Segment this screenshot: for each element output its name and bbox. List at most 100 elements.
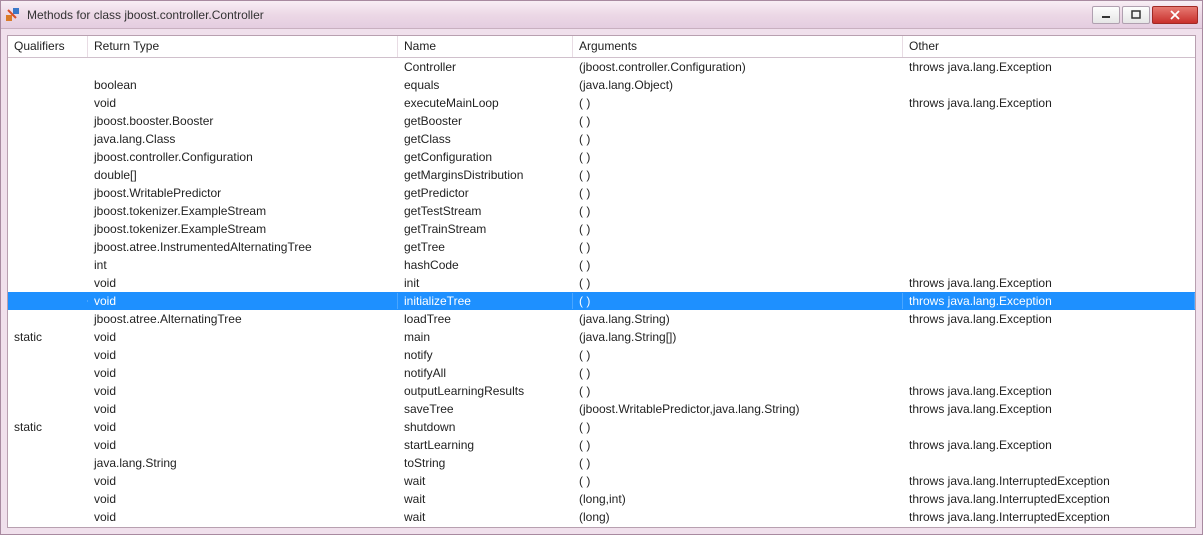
table-row[interactable]: voidstartLearning( )throws java.lang.Exc… <box>8 436 1195 454</box>
table-row[interactable]: staticvoidshutdown( ) <box>8 418 1195 436</box>
cell-other: throws java.lang.Exception <box>903 275 1195 291</box>
cell-arguments: ( ) <box>573 419 903 435</box>
cell-arguments: ( ) <box>573 473 903 489</box>
minimize-button[interactable] <box>1092 6 1120 24</box>
table-row[interactable]: jboost.atree.AlternatingTreeloadTree(jav… <box>8 310 1195 328</box>
cell-qualifiers <box>8 210 88 212</box>
table-header: Qualifiers Return Type Name Arguments Ot… <box>8 36 1195 58</box>
cell-name: getPredictor <box>398 185 573 201</box>
cell-name: main <box>398 329 573 345</box>
table-row[interactable]: double[]getMarginsDistribution( ) <box>8 166 1195 184</box>
window-frame: Methods for class jboost.controller.Cont… <box>0 0 1203 535</box>
cell-arguments: ( ) <box>573 455 903 471</box>
cell-arguments: ( ) <box>573 347 903 363</box>
cell-name: wait <box>398 491 573 507</box>
table-row[interactable]: voidwait( )throws java.lang.InterruptedE… <box>8 472 1195 490</box>
cell-arguments: ( ) <box>573 203 903 219</box>
table-row[interactable]: voidwait(long,int)throws java.lang.Inter… <box>8 490 1195 508</box>
cell-return-type: void <box>88 293 398 309</box>
cell-name: getTrainStream <box>398 221 573 237</box>
cell-return-type: jboost.atree.InstrumentedAlternatingTree <box>88 239 398 255</box>
cell-arguments: ( ) <box>573 365 903 381</box>
table-row[interactable]: jboost.atree.InstrumentedAlternatingTree… <box>8 238 1195 256</box>
table-row[interactable]: Controller(jboost.controller.Configurati… <box>8 58 1195 76</box>
table-row[interactable]: jboost.controller.ConfigurationgetConfig… <box>8 148 1195 166</box>
cell-other <box>903 264 1195 266</box>
table-row[interactable]: inthashCode( ) <box>8 256 1195 274</box>
table-row[interactable]: voidinit( )throws java.lang.Exception <box>8 274 1195 292</box>
window-title: Methods for class jboost.controller.Cont… <box>25 8 1092 22</box>
cell-name: shutdown <box>398 419 573 435</box>
cell-name: toString <box>398 455 573 471</box>
cell-name: outputLearningResults <box>398 383 573 399</box>
cell-name: equals <box>398 77 573 93</box>
table-row[interactable]: voidoutputLearningResults( )throws java.… <box>8 382 1195 400</box>
cell-arguments: ( ) <box>573 257 903 273</box>
header-name[interactable]: Name <box>398 36 573 57</box>
cell-other <box>903 372 1195 374</box>
cell-qualifiers <box>8 66 88 68</box>
cell-other: throws java.lang.Exception <box>903 383 1195 399</box>
table-body: Controller(jboost.controller.Configurati… <box>8 58 1195 527</box>
cell-name: getTree <box>398 239 573 255</box>
cell-name: wait <box>398 509 573 525</box>
table-row[interactable]: jboost.tokenizer.ExampleStreamgetTrainSt… <box>8 220 1195 238</box>
table-row[interactable]: jboost.booster.BoostergetBooster( ) <box>8 112 1195 130</box>
app-icon <box>5 7 21 23</box>
cell-qualifiers <box>8 516 88 518</box>
cell-arguments: ( ) <box>573 113 903 129</box>
table-row[interactable]: voidnotify( ) <box>8 346 1195 364</box>
cell-other <box>903 192 1195 194</box>
table-row[interactable]: staticvoidmain(java.lang.String[]) <box>8 328 1195 346</box>
cell-arguments: ( ) <box>573 293 903 309</box>
cell-return-type: void <box>88 437 398 453</box>
cell-name: startLearning <box>398 437 573 453</box>
table-row[interactable]: jboost.WritablePredictorgetPredictor( ) <box>8 184 1195 202</box>
cell-qualifiers <box>8 354 88 356</box>
cell-name: getClass <box>398 131 573 147</box>
cell-other: throws java.lang.Exception <box>903 311 1195 327</box>
maximize-button[interactable] <box>1122 6 1150 24</box>
close-button[interactable] <box>1152 6 1198 24</box>
table-row[interactable]: java.lang.StringtoString( ) <box>8 454 1195 472</box>
cell-other: throws java.lang.Exception <box>903 293 1195 309</box>
cell-other <box>903 138 1195 140</box>
header-arguments[interactable]: Arguments <box>573 36 903 57</box>
cell-other <box>903 354 1195 356</box>
titlebar[interactable]: Methods for class jboost.controller.Cont… <box>1 1 1202 29</box>
cell-qualifiers <box>8 174 88 176</box>
header-qualifiers[interactable]: Qualifiers <box>8 36 88 57</box>
table-row[interactable]: voidexecuteMainLoop( )throws java.lang.E… <box>8 94 1195 112</box>
cell-arguments: ( ) <box>573 167 903 183</box>
table-row[interactable]: voidwait(long)throws java.lang.Interrupt… <box>8 508 1195 526</box>
cell-arguments: (long) <box>573 509 903 525</box>
cell-return-type: jboost.atree.AlternatingTree <box>88 311 398 327</box>
cell-return-type: void <box>88 329 398 345</box>
methods-table: Qualifiers Return Type Name Arguments Ot… <box>7 35 1196 528</box>
cell-other: throws java.lang.Exception <box>903 401 1195 417</box>
header-return-type[interactable]: Return Type <box>88 36 398 57</box>
cell-return-type: void <box>88 491 398 507</box>
cell-name: getTestStream <box>398 203 573 219</box>
cell-other <box>903 426 1195 428</box>
table-row[interactable]: booleanequals(java.lang.Object) <box>8 76 1195 94</box>
cell-qualifiers: static <box>8 329 88 345</box>
cell-qualifiers <box>8 282 88 284</box>
cell-qualifiers: static <box>8 419 88 435</box>
cell-return-type: jboost.WritablePredictor <box>88 185 398 201</box>
table-row[interactable]: voidinitializeTree( )throws java.lang.Ex… <box>8 292 1195 310</box>
cell-return-type: int <box>88 257 398 273</box>
table-row[interactable]: voidsaveTree(jboost.WritablePredictor,ja… <box>8 400 1195 418</box>
table-row[interactable]: voidnotifyAll( ) <box>8 364 1195 382</box>
header-other[interactable]: Other <box>903 36 1195 57</box>
table-row[interactable]: java.lang.ClassgetClass( ) <box>8 130 1195 148</box>
table-row[interactable]: jboost.tokenizer.ExampleStreamgetTestStr… <box>8 202 1195 220</box>
cell-name: notify <box>398 347 573 363</box>
cell-return-type: void <box>88 401 398 417</box>
cell-other: throws java.lang.InterruptedException <box>903 473 1195 489</box>
cell-return-type: jboost.tokenizer.ExampleStream <box>88 221 398 237</box>
cell-qualifiers <box>8 138 88 140</box>
cell-arguments: (java.lang.String) <box>573 311 903 327</box>
cell-arguments: (long,int) <box>573 491 903 507</box>
cell-other <box>903 156 1195 158</box>
